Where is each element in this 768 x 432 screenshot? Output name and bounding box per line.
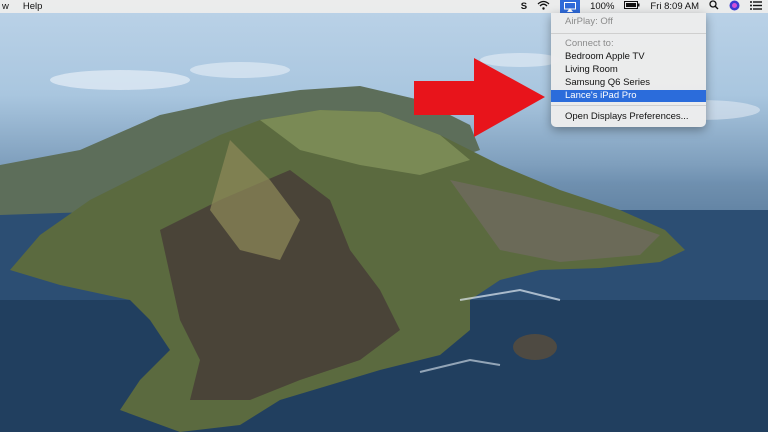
arrow-right-icon bbox=[414, 58, 545, 137]
red-arrow-annotation bbox=[414, 58, 545, 137]
